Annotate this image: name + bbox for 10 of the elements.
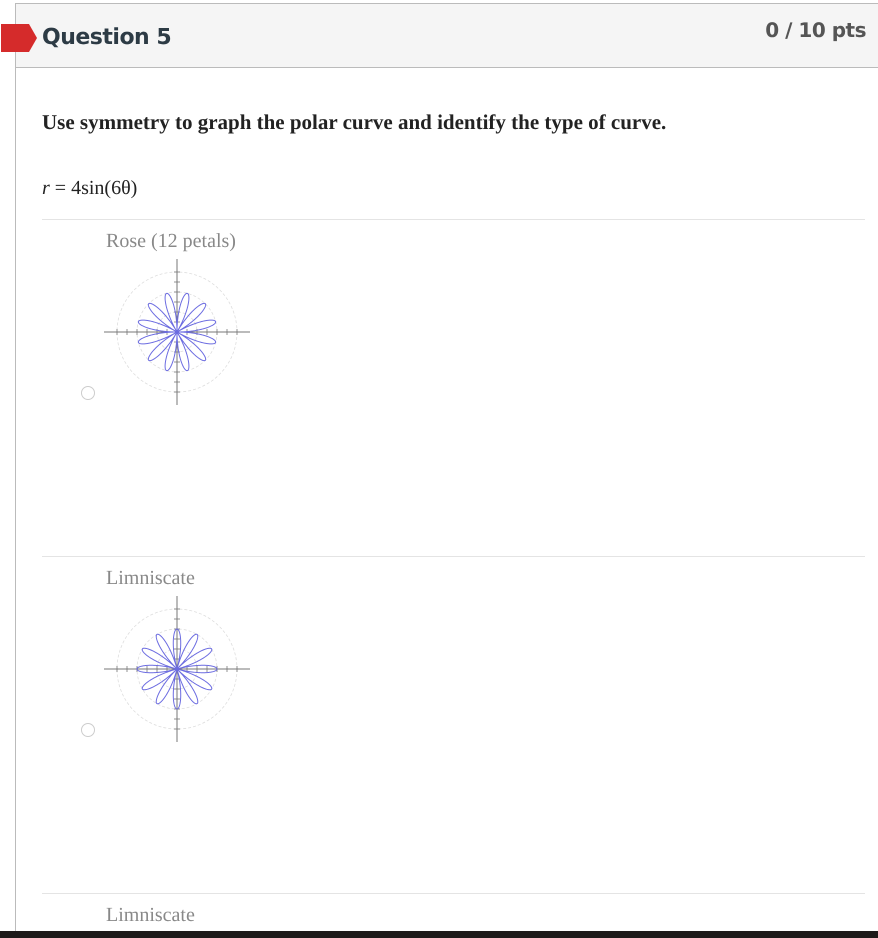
radio-button[interactable] bbox=[81, 386, 95, 400]
answer-label: Rose (12 petals) bbox=[106, 230, 236, 253]
flag-icon bbox=[1, 24, 37, 52]
points-label: 0 / 10 pts bbox=[765, 18, 866, 42]
equation-text: r = 4sin(6θ) bbox=[42, 177, 138, 201]
question-title: Question 5 bbox=[42, 25, 172, 50]
question-text: Use symmetry to graph the polar curve and identify the type of curve. bbox=[42, 110, 668, 135]
radio-button[interactable] bbox=[81, 723, 95, 737]
answer-label: Limniscate bbox=[106, 904, 195, 927]
answer-label: Limniscate bbox=[106, 567, 195, 590]
